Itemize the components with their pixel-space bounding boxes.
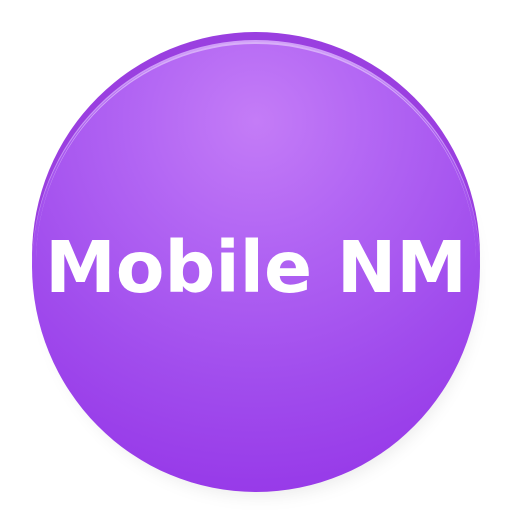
icon-label: Mobile NM (45, 226, 467, 309)
app-icon[interactable]: Mobile NM (0, 0, 512, 512)
